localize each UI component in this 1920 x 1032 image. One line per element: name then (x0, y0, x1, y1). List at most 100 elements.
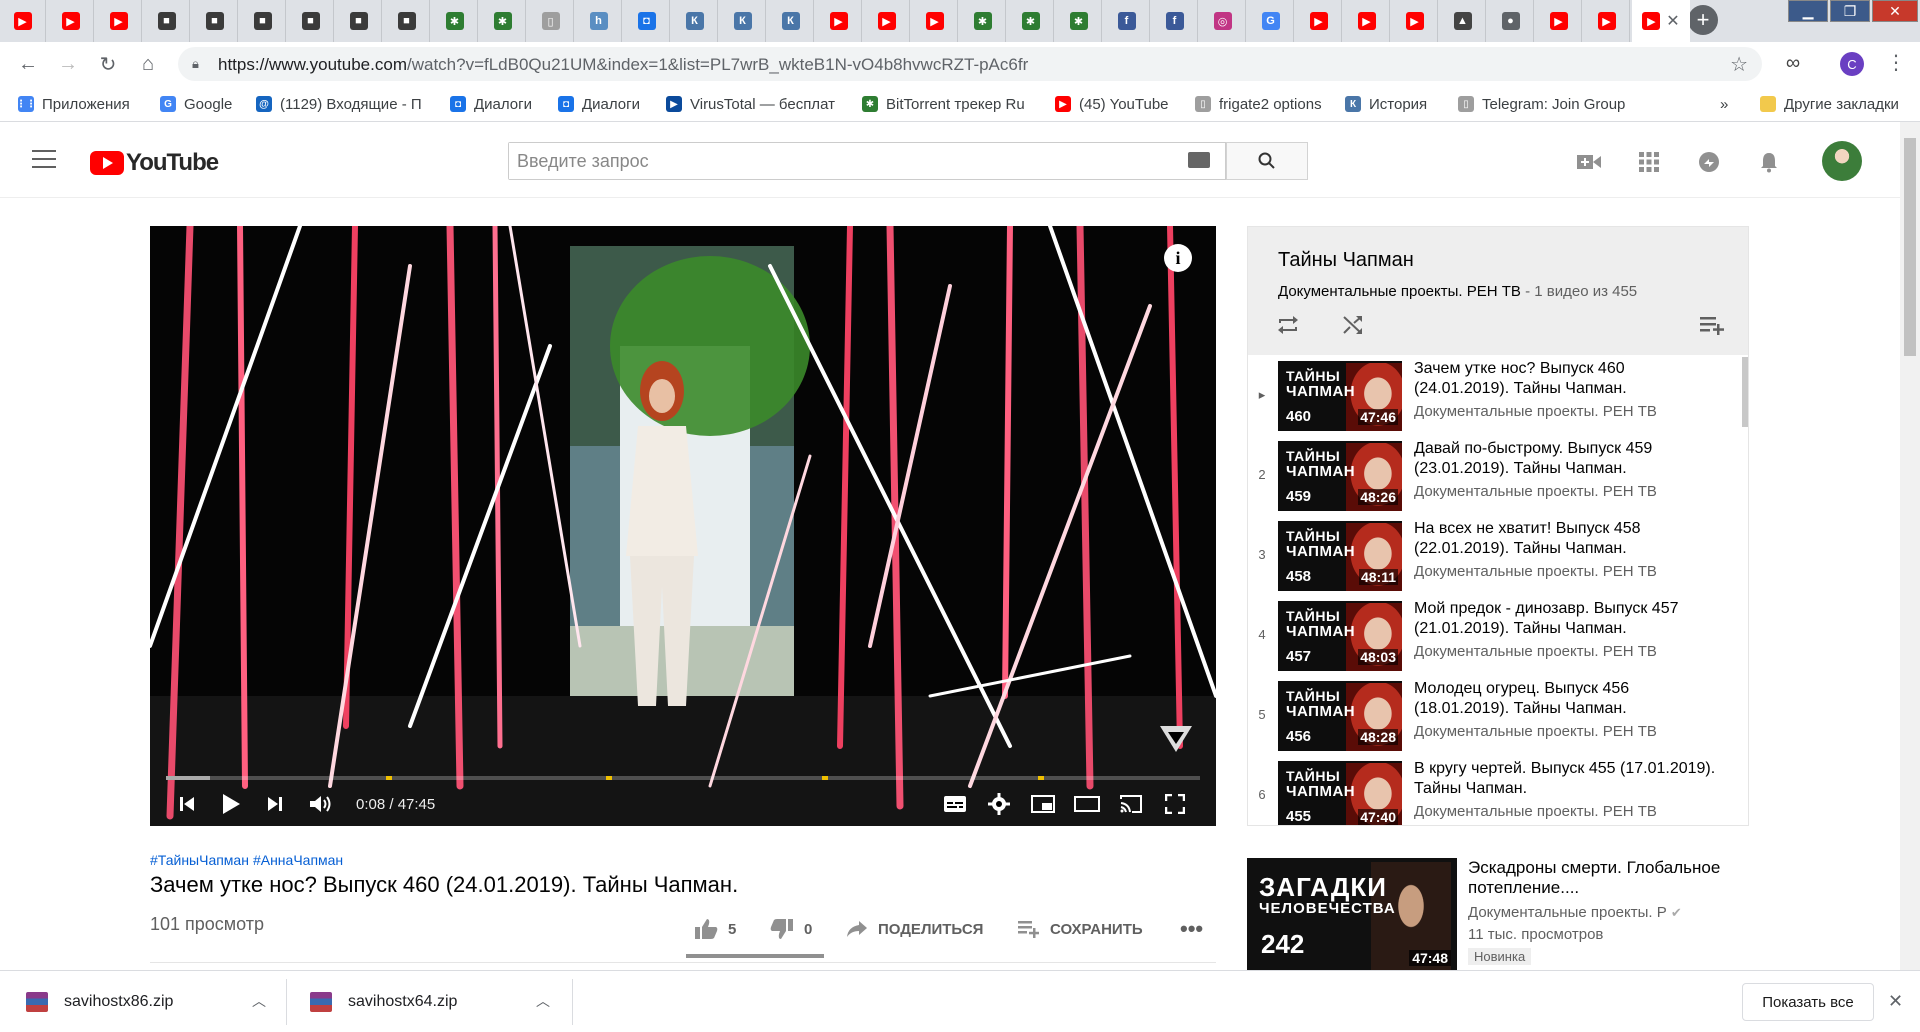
playlist-item[interactable]: ▸ ТАЙНЫ ЧАПМАН 460 47:46 Зачем утке нос? Выпу… (1248, 355, 1738, 435)
browser-tab[interactable]: ■ (288, 0, 334, 42)
browser-tab[interactable]: ▶ (96, 0, 142, 42)
browser-tab[interactable]: К (672, 0, 718, 42)
browser-menu-icon[interactable]: ⋮ (1886, 50, 1906, 75)
browser-tab[interactable]: f (1152, 0, 1198, 42)
playlist-item[interactable]: 2 ТАЙНЫ ЧАПМАН 459 48:26 Давай по-быстрому. В… (1248, 435, 1738, 515)
other-bookmarks-folder[interactable]: Другие закладки (1760, 94, 1899, 114)
browser-tab[interactable]: ▶ (1536, 0, 1582, 42)
browser-tab[interactable]: ✱ (1056, 0, 1102, 42)
browser-tab[interactable]: ✱ (1008, 0, 1054, 42)
playlist-item-title[interactable]: Мой предок - динозавр. Выпуск 457 (21.01… (1414, 599, 1724, 639)
hashtag-link[interactable]: #АннаЧапман (253, 852, 343, 868)
show-all-downloads-button[interactable]: Показать все (1742, 983, 1874, 1021)
theater-mode-icon[interactable] (1072, 790, 1102, 818)
bookmark-item[interactable]: G Google (160, 94, 232, 114)
playlist-thumbnail[interactable]: ТАЙНЫ ЧАПМАН 459 48:26 (1278, 441, 1402, 511)
home-button[interactable]: ⌂ (132, 48, 164, 80)
bookmark-item[interactable]: ▯ Telegram: Join Group (1458, 94, 1625, 114)
bookmark-item[interactable]: ▯ frigate2 options (1195, 94, 1322, 114)
bookmark-item[interactable]: @ (1129) Входящие - П (256, 94, 422, 114)
bookmark-item[interactable]: ◘ Диалоги (450, 94, 532, 114)
bookmark-star-icon[interactable]: ☆ (1730, 52, 1748, 77)
bookmarks-overflow-button[interactable]: » (1720, 94, 1728, 114)
minimize-button[interactable]: ▁ (1788, 0, 1828, 22)
back-button[interactable]: ← (12, 48, 44, 80)
playlist-title[interactable]: Тайны Чапман (1278, 249, 1414, 272)
close-window-button[interactable]: ✕ (1872, 0, 1918, 22)
browser-tab[interactable]: ▶ (48, 0, 94, 42)
playlist-item-title[interactable]: Давай по-быстрому. Выпуск 459 (23.01.201… (1414, 439, 1724, 479)
keyboard-icon[interactable] (1188, 152, 1210, 168)
cast-icon[interactable] (1116, 790, 1146, 818)
browser-tab[interactable]: К (720, 0, 766, 42)
forward-button[interactable]: → (52, 48, 84, 80)
browser-tab[interactable]: К (768, 0, 814, 42)
playlist-thumbnail[interactable]: ТАЙНЫ ЧАПМАН 456 48:28 (1278, 681, 1402, 751)
bookmark-item[interactable]: ▶ (45) YouTube (1055, 94, 1169, 114)
browser-tab[interactable]: ■ (192, 0, 238, 42)
chevron-up-icon[interactable]: ︿ (252, 991, 266, 1011)
video-player[interactable]: i 0:08 / 47:45 (150, 226, 1216, 826)
playlist-item-title[interactable]: Зачем утке нос? Выпуск 460 (24.01.2019).… (1414, 359, 1724, 399)
browser-tab[interactable]: ✱ (480, 0, 526, 42)
profile-avatar[interactable]: C (1840, 52, 1864, 76)
browser-tab[interactable]: ■ (384, 0, 430, 42)
playlist-channel[interactable]: Документальные проекты. РЕН ТВ (1278, 283, 1521, 300)
browser-tab[interactable]: ■ (144, 0, 190, 42)
playlist-item-channel[interactable]: Документальные проекты. РЕН ТВ (1414, 483, 1657, 500)
account-avatar[interactable] (1822, 141, 1862, 181)
bookmark-item[interactable]: ⋮⋮ Приложения (18, 94, 130, 114)
browser-tab[interactable]: ■ (240, 0, 286, 42)
browser-tab[interactable]: ● (1488, 0, 1534, 42)
previous-icon[interactable] (172, 790, 202, 818)
playlist-item[interactable]: 6 ТАЙНЫ ЧАПМАН 455 47:40 В кругу чертей. Выпу… (1248, 755, 1738, 825)
close-downloads-icon[interactable]: ✕ (1888, 991, 1903, 1012)
browser-tab[interactable]: h (576, 0, 622, 42)
new-tab-button[interactable]: + (1688, 5, 1718, 35)
page-scrollbar-thumb[interactable] (1904, 138, 1916, 356)
info-icon[interactable]: i (1164, 244, 1192, 272)
active-browser-tab[interactable]: ▶ ✕ (1632, 0, 1690, 42)
playlist-item[interactable]: 4 ТАЙНЫ ЧАПМАН 457 48:03 Мой предок - динозав… (1248, 595, 1738, 675)
browser-tab[interactable]: ◎ (1200, 0, 1246, 42)
youtube-logo[interactable]: YouTube (90, 149, 219, 177)
browser-tab[interactable]: ◘ (624, 0, 670, 42)
more-actions-icon[interactable]: ••• (1180, 914, 1203, 944)
playlist-item-channel[interactable]: Документальные проекты. РЕН ТВ (1414, 643, 1657, 660)
browser-tab[interactable]: ▶ (864, 0, 910, 42)
address-bar[interactable]: 🔒︎ https://www.youtube.com/watch?v=fLdB0… (178, 47, 1762, 81)
play-icon[interactable] (216, 790, 246, 818)
next-icon[interactable] (260, 790, 290, 818)
like-button[interactable]: 5 (694, 914, 736, 944)
browser-tab[interactable]: ▶ (1344, 0, 1390, 42)
page-scrollbar[interactable] (1900, 122, 1920, 970)
bookmark-item[interactable]: ▶ VirusTotal — бесплат (666, 94, 835, 114)
messages-icon[interactable] (1697, 150, 1721, 174)
download-item[interactable]: savihostx86.zip (26, 981, 173, 1023)
save-button[interactable]: СОХРАНИТЬ (1018, 914, 1143, 944)
search-button[interactable] (1226, 142, 1308, 180)
download-item[interactable]: savihostx64.zip (310, 981, 457, 1023)
browser-tab[interactable]: ▯ (528, 0, 574, 42)
playlist-item-title[interactable]: В кругу чертей. Выпуск 455 (17.01.2019).… (1414, 759, 1724, 799)
share-button[interactable]: ПОДЕЛИТЬСЯ (846, 914, 983, 944)
browser-tab[interactable]: ✱ (960, 0, 1006, 42)
apps-grid-icon[interactable] (1637, 150, 1661, 174)
playlist-item-title[interactable]: Молодец огурец. Выпуск 456 (18.01.2019).… (1414, 679, 1724, 719)
close-tab-icon[interactable]: ✕ (1666, 11, 1679, 31)
browser-tab[interactable]: ▶ (912, 0, 958, 42)
extension-icon[interactable]: ∞ (1778, 52, 1808, 78)
volume-icon[interactable] (306, 790, 336, 818)
browser-tab[interactable]: ▶ (0, 0, 46, 42)
url-text[interactable]: https://www.youtube.com/watch?v=fLdB0Qu2… (218, 55, 1028, 75)
create-video-icon[interactable] (1577, 150, 1601, 174)
playlist-thumbnail[interactable]: ТАЙНЫ ЧАПМАН 458 48:11 (1278, 521, 1402, 591)
settings-gear-icon[interactable] (984, 790, 1014, 818)
playlist-item-channel[interactable]: Документальные проекты. РЕН ТВ (1414, 563, 1657, 580)
browser-tab[interactable]: ▶ (816, 0, 862, 42)
playlist-thumbnail[interactable]: ТАЙНЫ ЧАПМАН 455 47:40 (1278, 761, 1402, 825)
miniplayer-icon[interactable] (1028, 790, 1058, 818)
save-playlist-icon[interactable] (1700, 315, 1726, 341)
browser-tab[interactable]: G (1248, 0, 1294, 42)
playlist-thumbnail[interactable]: ТАЙНЫ ЧАПМАН 460 47:46 (1278, 361, 1402, 431)
